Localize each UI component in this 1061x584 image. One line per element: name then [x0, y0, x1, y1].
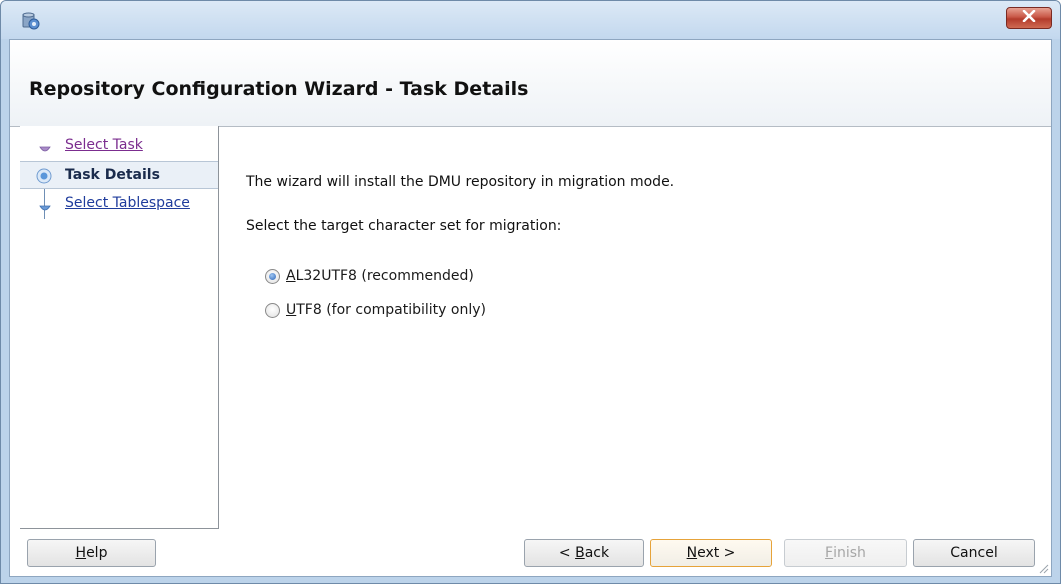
nav-step-label: Select Tablespace [65, 195, 190, 211]
radio-utf8[interactable] [265, 302, 280, 318]
nav-step-task-details[interactable]: Task Details [20, 161, 218, 189]
wizard-window: Repository Configuration Wizard - Task D… [0, 0, 1061, 584]
help-button[interactable]: Help [27, 539, 156, 567]
task-details-panel: The wizard will install the DMU reposito… [236, 126, 1036, 526]
next-button[interactable]: Next > [650, 539, 772, 567]
close-icon [1022, 9, 1036, 26]
button-bar: Help < Back Next > Finish Cancel [10, 529, 1051, 576]
intro-text: The wizard will install the DMU reposito… [246, 174, 675, 190]
nav-step-select-tablespace[interactable]: Select Tablespace [20, 191, 218, 219]
wizard-header: Repository Configuration Wizard - Task D… [10, 40, 1051, 127]
database-wizard-icon [21, 11, 41, 31]
back-button[interactable]: < Back [524, 539, 644, 567]
nav-step-label: Task Details [65, 167, 160, 183]
option-utf8[interactable]: UTF8 (for compatibility only) [265, 299, 486, 321]
cancel-button[interactable]: Cancel [913, 539, 1035, 567]
finish-button[interactable]: Finish [784, 539, 907, 567]
option-label: AL32UTF8 (recommended) [286, 268, 474, 284]
step-current-icon [36, 168, 52, 188]
option-label: UTF8 (for compatibility only) [286, 302, 486, 318]
wizard-step-navigator: Select Task Task Details Select Tablespa… [20, 126, 219, 529]
step-visited-icon [39, 144, 51, 160]
step-pending-icon [39, 203, 51, 219]
resize-grip-icon[interactable] [1037, 562, 1049, 574]
nav-step-label: Select Task [65, 137, 143, 153]
radio-al32utf8[interactable] [265, 268, 280, 284]
title-bar[interactable] [1, 1, 1060, 39]
close-button[interactable] [1006, 7, 1052, 29]
wizard-client-area: Repository Configuration Wizard - Task D… [9, 39, 1052, 577]
nav-step-select-task[interactable]: Select Task [20, 133, 218, 161]
option-al32utf8[interactable]: AL32UTF8 (recommended) [265, 265, 474, 287]
charset-prompt: Select the target character set for migr… [246, 218, 562, 234]
page-title: Repository Configuration Wizard - Task D… [29, 78, 529, 100]
